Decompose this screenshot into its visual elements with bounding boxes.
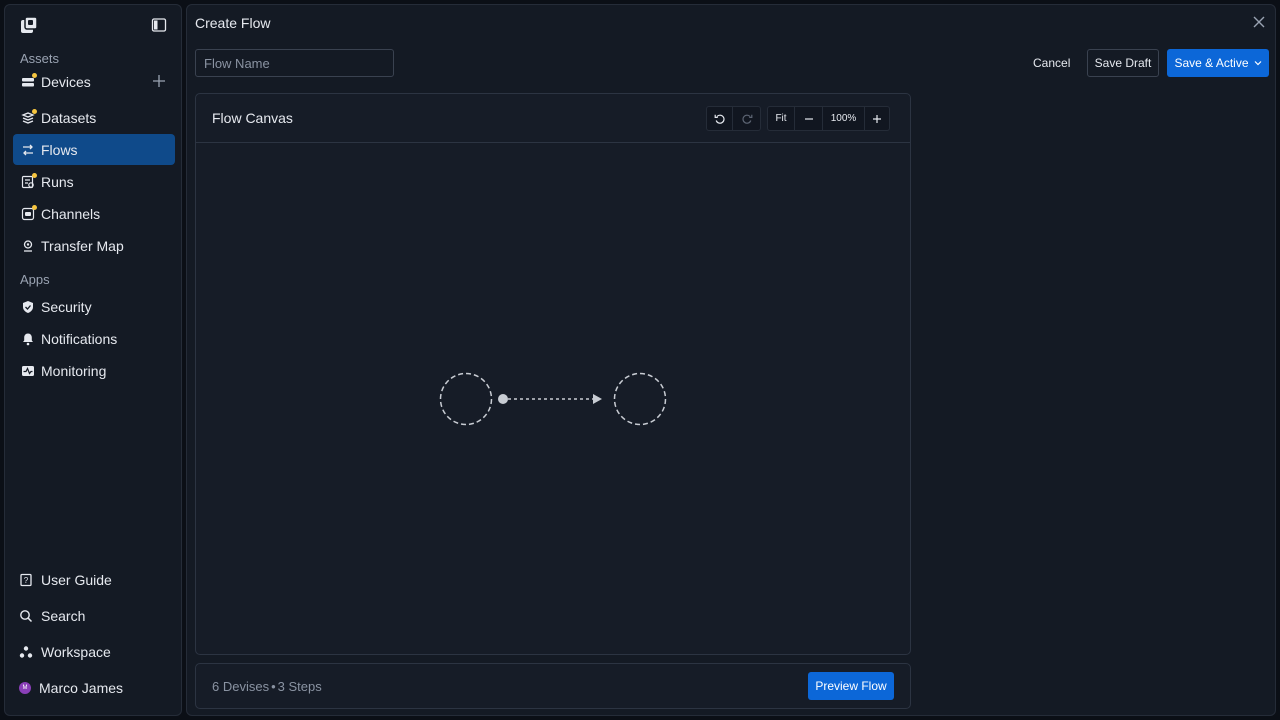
canvas-area[interactable]	[196, 144, 910, 654]
zoom-out-button[interactable]	[795, 106, 823, 131]
canvas-toolbar: Fit 100%	[706, 106, 896, 131]
search-icon	[20, 610, 33, 623]
cancel-button[interactable]: Cancel	[1025, 49, 1078, 77]
sidebar-item-monitoring[interactable]: Monitoring	[13, 355, 175, 386]
book-icon: ?	[20, 573, 32, 587]
device-count: 6 Devises	[212, 679, 270, 694]
sidebar-item-label: Runs	[41, 173, 74, 190]
section-title-assets: Assets	[20, 51, 60, 66]
channels-icon	[21, 204, 37, 221]
avatar: M	[19, 682, 31, 694]
add-device-icon[interactable]	[153, 75, 165, 87]
map-pin-icon	[21, 239, 35, 253]
sidebar-item-devices[interactable]: Devices	[13, 66, 175, 97]
placeholder-node-source	[439, 372, 493, 426]
notification-dot	[32, 108, 37, 114]
runs-icon	[21, 172, 37, 189]
sidebar-item-profile[interactable]: M Marco James	[13, 673, 175, 703]
save-draft-button[interactable]: Save Draft	[1087, 49, 1159, 77]
app-logo-icon[interactable]	[20, 16, 38, 34]
canvas-title: Flow Canvas	[212, 110, 293, 126]
connection-handle	[498, 394, 508, 404]
user-name: Marco James	[39, 680, 124, 696]
close-icon[interactable]	[1253, 16, 1265, 28]
canvas-header: Flow Canvas Fit 100%	[196, 94, 910, 143]
sidebar-item-label: Search	[41, 608, 86, 624]
history-group	[706, 106, 761, 131]
save-active-label: Save & Active	[1174, 56, 1249, 70]
sidebar-item-label: Datasets	[41, 109, 97, 126]
sidebar-item-runs[interactable]: Runs	[13, 166, 175, 197]
flow-name-input[interactable]	[195, 49, 394, 77]
chevron-down-icon[interactable]	[1254, 59, 1262, 67]
sidebar-item-label: User Guide	[41, 572, 112, 588]
flow-placeholder-graphic	[439, 372, 667, 426]
flow-stats: 6 Devises • 3 Steps	[212, 679, 322, 694]
sidebar-item-label: Transfer Map	[41, 237, 124, 254]
page-title: Create Flow	[195, 15, 271, 31]
fit-button[interactable]: Fit	[767, 106, 795, 131]
devices-icon	[21, 72, 37, 89]
sidebar-item-workspace[interactable]: Workspace	[13, 637, 175, 667]
placeholder-node-target	[613, 372, 667, 426]
undo-icon	[714, 114, 725, 124]
plus-icon	[873, 114, 881, 123]
zoom-group: Fit 100%	[767, 106, 890, 131]
datasets-icon	[21, 108, 37, 125]
sidebar-item-notifications[interactable]: Notifications	[13, 323, 175, 354]
sidebar-item-label: Flows	[41, 141, 78, 158]
svg-text:?: ?	[24, 576, 29, 585]
save-active-button[interactable]: Save & Active	[1167, 49, 1269, 77]
shield-icon	[21, 300, 35, 314]
step-count: 3 Steps	[277, 679, 322, 694]
notification-dot	[32, 172, 37, 178]
sidebar-item-security[interactable]: Security	[13, 291, 175, 322]
sidebar-item-label: Notifications	[41, 330, 118, 347]
main-panel: Create Flow Cancel Save Draft Save & Act…	[186, 4, 1276, 716]
minus-icon	[804, 117, 813, 120]
monitoring-icon	[21, 364, 35, 378]
section-title-apps: Apps	[20, 272, 50, 287]
stats-separator: •	[271, 679, 276, 694]
redo-icon	[741, 114, 752, 124]
zoom-level: 100%	[823, 106, 865, 131]
sidebar-item-user-guide[interactable]: ? User Guide	[13, 565, 175, 595]
sidebar-item-label: Security	[41, 298, 92, 315]
zoom-in-button[interactable]	[865, 106, 890, 131]
notification-dot	[32, 204, 37, 210]
sidebar-item-label: Monitoring	[41, 362, 107, 379]
flow-canvas-panel: Flow Canvas Fit 100%	[195, 93, 911, 655]
flows-icon	[21, 143, 35, 157]
sidebar-item-transfer-map[interactable]: Transfer Map	[13, 230, 175, 261]
sidebar-item-datasets[interactable]: Datasets	[13, 102, 175, 133]
redo-button[interactable]	[733, 106, 761, 131]
sidebar-item-label: Devices	[41, 73, 91, 90]
flow-summary-bar: 6 Devises • 3 Steps Preview Flow	[195, 663, 911, 709]
sidebar-item-search[interactable]: Search	[13, 601, 175, 631]
arrow-head	[593, 394, 602, 404]
bell-icon	[21, 332, 35, 346]
sidebar: Assets Devices Datasets Flows Runs Chann…	[4, 4, 182, 716]
preview-flow-button[interactable]: Preview Flow	[808, 672, 894, 700]
sidebar-item-label: Workspace	[41, 644, 111, 660]
sidebar-item-channels[interactable]: Channels	[13, 198, 175, 229]
sidebar-collapse-icon[interactable]	[151, 17, 167, 33]
sidebar-item-label: Channels	[41, 205, 101, 222]
notification-dot	[32, 72, 37, 78]
undo-button[interactable]	[706, 106, 733, 131]
workspace-icon	[19, 646, 33, 658]
sidebar-item-flows[interactable]: Flows	[13, 134, 175, 165]
sidebar-header	[19, 15, 167, 37]
